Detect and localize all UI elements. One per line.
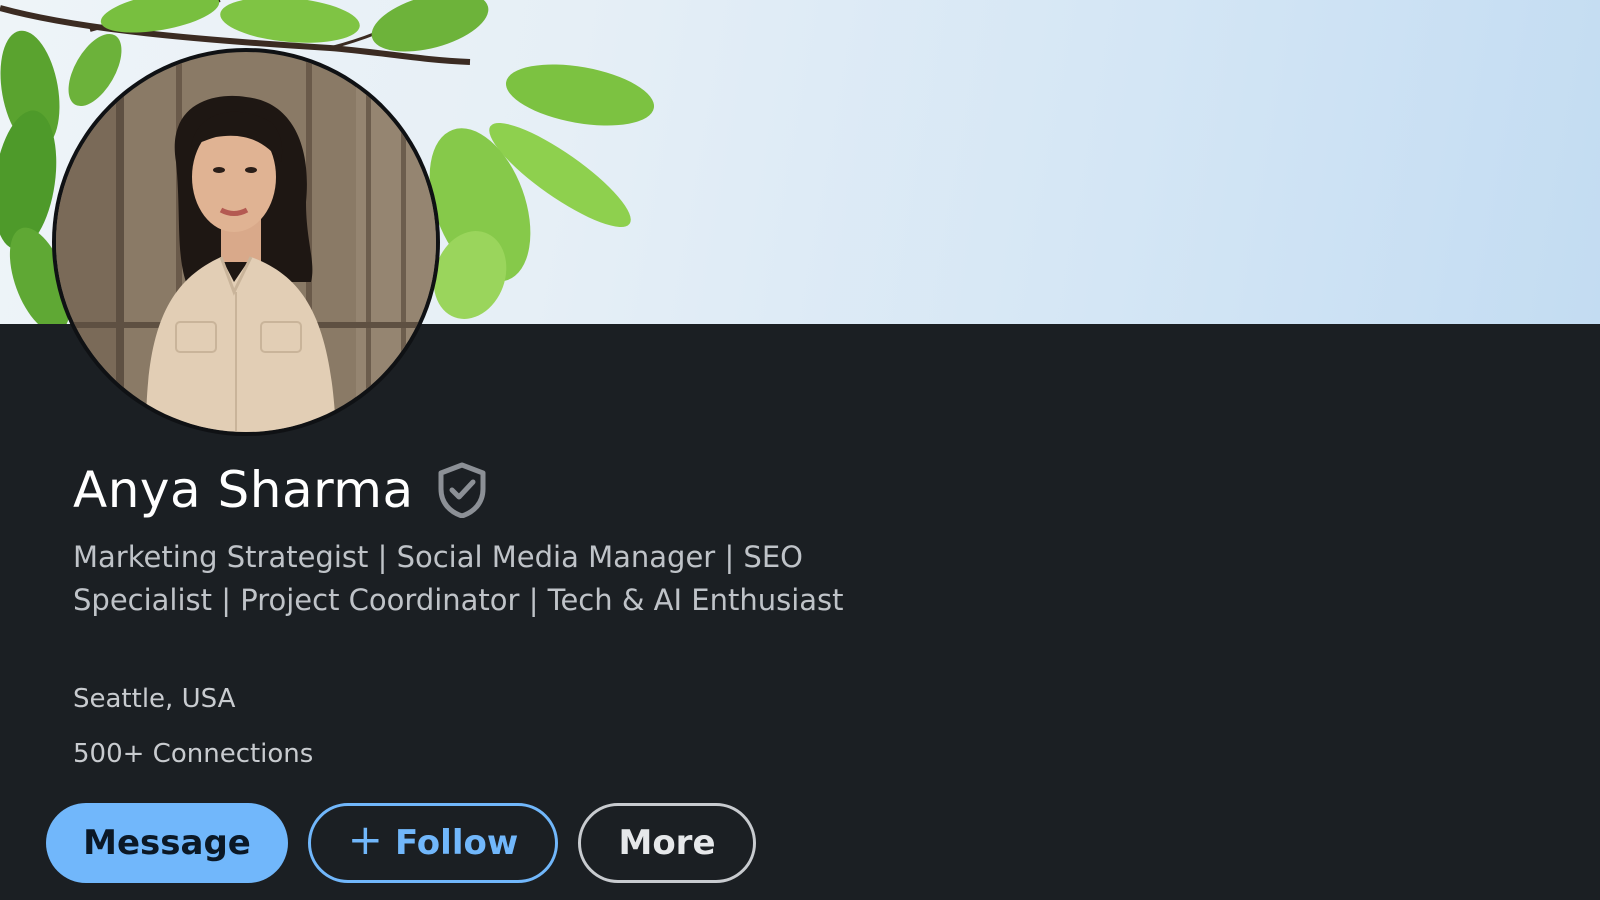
plus-icon: + — [347, 815, 383, 864]
profile-headline: Marketing Strategist | Social Media Mana… — [73, 540, 844, 617]
name-row: Anya Sharma — [73, 461, 488, 519]
profile-actions: Message + Follow More — [46, 803, 756, 883]
follow-button-label: Follow — [394, 823, 519, 863]
profile-photo — [56, 52, 436, 432]
avatar[interactable] — [52, 48, 440, 436]
more-button[interactable]: More — [578, 803, 756, 883]
message-button-label: Message — [83, 823, 251, 863]
profile-name: Anya Sharma — [73, 461, 414, 519]
more-button-label: More — [618, 823, 716, 863]
profile-location: Seattle, USA — [73, 684, 236, 714]
shield-check-icon[interactable] — [436, 462, 488, 519]
follow-button[interactable]: + Follow — [308, 803, 558, 883]
message-button[interactable]: Message — [46, 803, 288, 883]
connections-count[interactable]: 500+ Connections — [73, 739, 313, 769]
profile-page: Anya Sharma Marketing Strategist | Socia… — [0, 0, 1600, 900]
